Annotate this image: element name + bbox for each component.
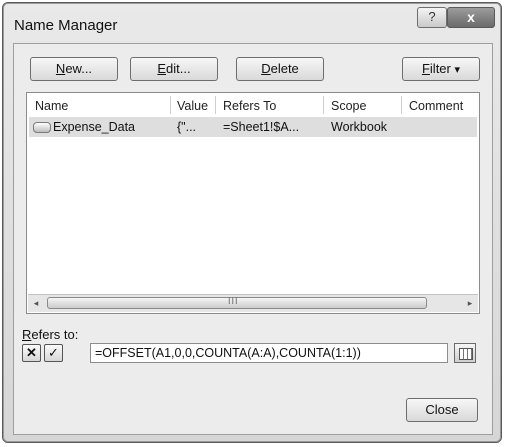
column-header-refers-to[interactable]: Refers To [223,99,276,113]
commit-edit-button[interactable]: ✓ [44,344,63,362]
row-value: {"... [177,120,197,134]
edit-button-label: dit... [166,61,191,76]
column-divider[interactable] [215,96,216,114]
name-list[interactable]: Name Value Refers To Scope Comment Expen… [26,92,480,314]
filter-button-accel: F [421,61,430,76]
window-close-button[interactable]: x [447,7,495,28]
row-refers-to: =Sheet1!$A... [223,120,300,134]
named-range-icon [33,122,51,133]
scroll-left-arrow-icon[interactable]: ◂ [28,295,44,312]
new-button-accel: N [55,61,66,76]
column-header-value[interactable]: Value [177,99,208,113]
close-button[interactable]: Close [406,398,478,422]
chevron-down-icon: ▾ [454,64,461,76]
refers-to-field[interactable] [90,343,448,363]
range-select-icon [459,348,473,360]
column-divider[interactable] [401,96,402,114]
help-button[interactable]: ? [417,7,447,28]
refers-to-label-text: efers to: [31,327,79,342]
scroll-thumb[interactable]: III [47,296,427,309]
cancel-edit-button[interactable]: ✕ [22,344,41,362]
refers-to-label: Refers to: [22,327,78,342]
new-button-label: ew... [65,61,93,76]
row-name: Expense_Data [53,120,136,134]
window-title: Name Manager [14,17,118,34]
column-header-name[interactable]: Name [35,99,68,113]
title-bar[interactable]: Name Manager ? x [3,3,501,39]
horizontal-scrollbar[interactable]: ◂ III ▸ [28,294,478,312]
edit-button[interactable]: Edit... [130,57,218,81]
delete-button-label: elete [270,61,299,76]
dialog-body: New... Edit... Delete Filter ▾ Name Valu… [13,43,493,435]
name-manager-dialog: Name Manager ? x New... Edit... Delete F… [2,2,502,443]
row-scope: Workbook [331,120,388,134]
delete-button-accel: D [261,61,271,76]
column-header-comment[interactable]: Comment [409,99,463,113]
new-button[interactable]: New... [30,57,118,81]
filter-button-label: ilter [429,61,451,76]
refers-to-accel: R [22,327,32,342]
column-divider[interactable] [323,96,324,114]
close-icon: ✕ [26,345,37,360]
column-header-scope[interactable]: Scope [331,99,366,113]
collapse-dialog-button[interactable] [454,343,476,363]
column-divider[interactable] [170,96,171,114]
scroll-grip-icon: III [228,296,239,306]
edit-button-accel: E [157,61,167,76]
delete-button[interactable]: Delete [236,57,324,81]
checkmark-icon: ✓ [48,345,59,360]
table-row[interactable]: Expense_Data {"... =Sheet1!$A... Workboo… [29,117,477,137]
scroll-right-arrow-icon[interactable]: ▸ [462,295,478,312]
filter-dropdown-button[interactable]: Filter ▾ [402,57,480,81]
